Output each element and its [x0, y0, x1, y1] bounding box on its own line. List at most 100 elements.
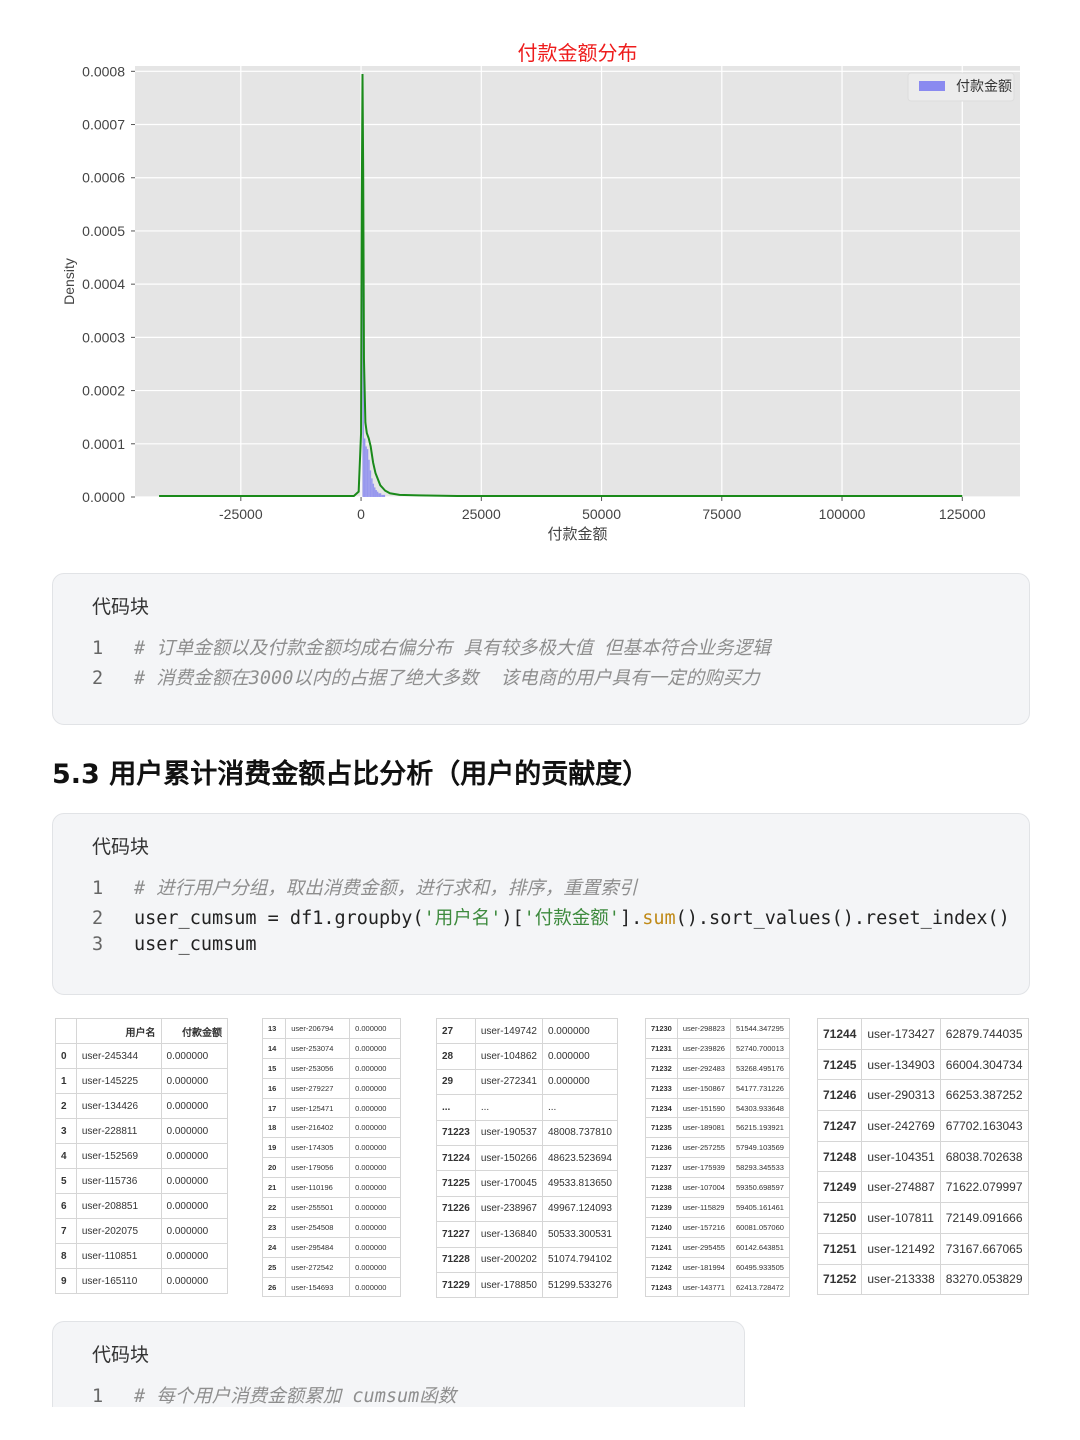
table-row: 1 user-145225 0.000000	[55, 1068, 229, 1094]
code-block-title: 代码块	[92, 1344, 150, 1366]
row-index: 71233	[645, 1077, 678, 1099]
y-tick-label: 0.0000	[82, 489, 125, 505]
row-index: 71236	[645, 1137, 678, 1159]
histogram-bar	[372, 483, 375, 497]
x-axis-label: 付款金额	[547, 525, 607, 543]
row-username: user-254508	[285, 1216, 351, 1238]
row-username: user-152569	[75, 1143, 162, 1169]
row-payment: 0.000000	[160, 1243, 229, 1269]
code-line-1: 1 # 订单金额以及付款金额均成右偏分布 具有较多极大值 但基本符合业务逻辑	[92, 634, 771, 660]
table-row: 71233 user-150867 54177.731226	[645, 1077, 790, 1099]
row-payment: 0.000000	[160, 1168, 229, 1194]
code-block-1: 代码块 1 # 订单金额以及付款金额均成右偏分布 具有较多极大值 但基本符合业务逻…	[52, 573, 1030, 725]
x-tick-label: 125000	[939, 506, 986, 522]
row-index: 9	[55, 1268, 77, 1294]
y-tick-label: 0.0003	[82, 329, 125, 345]
row-payment: 0.000000	[349, 1216, 401, 1238]
code-line-1: 1 # 每个用户消费金额累加 cumsum函数	[92, 1382, 456, 1408]
dataframe-table-2: 13 user-206794 0.000000 14 user-253074 0.0000…	[261, 1018, 401, 1298]
row-username: user-295484	[285, 1236, 351, 1258]
code-comment: # 每个用户消费金额累加 cumsum函数	[134, 1386, 457, 1407]
row-index: 71227	[436, 1221, 476, 1248]
row-index: 4	[55, 1143, 77, 1169]
row-payment: 83270.053829	[939, 1263, 1029, 1296]
code-text: ().sort_values().reset_index()	[675, 908, 1010, 929]
row-username: user-150867	[676, 1077, 731, 1099]
row-index: ...	[436, 1094, 476, 1121]
row-index: 71239	[645, 1197, 678, 1218]
code-string: '用户名'	[423, 908, 502, 929]
code-function: sum	[642, 908, 676, 929]
row-index: 71224	[436, 1144, 476, 1172]
table-row: 71248 user-104351 68038.702638	[816, 1140, 1029, 1173]
table-row: 71235 user-189081 56215.193921	[645, 1117, 790, 1139]
code-line-3: 3 user_cumsum	[92, 934, 257, 955]
row-username: user-181994	[676, 1256, 731, 1278]
row-index: 71230	[645, 1018, 678, 1039]
row-index: 71231	[645, 1037, 678, 1059]
row-payment: 62413.728472	[729, 1276, 790, 1298]
row-index: 23	[261, 1216, 287, 1238]
y-tick-label: 0.0005	[82, 223, 125, 239]
table-row: 0 user-245344 0.000000	[55, 1043, 229, 1069]
row-index: 71245	[816, 1048, 863, 1081]
row-username: user-115829	[676, 1197, 731, 1218]
row-payment: 60495.933505	[729, 1256, 790, 1278]
row-payment: 0.000000	[541, 1043, 618, 1070]
row-index: 24	[261, 1236, 287, 1258]
row-payment: 0.000000	[349, 1117, 401, 1139]
row-payment: 73167.667065	[939, 1232, 1029, 1265]
row-username: user-202075	[75, 1218, 162, 1244]
code-block-title: 代码块	[92, 836, 150, 858]
x-tick-label: 25000	[462, 506, 501, 522]
row-username: user-245344	[75, 1043, 162, 1069]
row-username: user-145225	[75, 1068, 162, 1094]
row-payment: 51074.794102	[541, 1246, 618, 1273]
row-username: user-136840	[474, 1221, 543, 1248]
table-row: 71245 user-134903 66004.304734	[816, 1048, 1029, 1081]
row-payment: 0.000000	[160, 1193, 229, 1219]
row-index: 71238	[645, 1177, 678, 1199]
row-payment: 48623.523694	[541, 1144, 618, 1172]
row-payment: 67702.163043	[939, 1110, 1029, 1142]
row-payment: 0.000000	[349, 1057, 401, 1079]
row-index: 71244	[816, 1018, 863, 1050]
row-index: 13	[261, 1018, 287, 1039]
row-payment: 0.000000	[349, 1157, 401, 1179]
row-payment: 54177.731226	[729, 1077, 790, 1099]
table-row: 71250 user-107811 72149.091666	[816, 1202, 1029, 1234]
table-row: 71228 user-200202 51074.794102	[436, 1246, 618, 1273]
row-index: 28	[436, 1043, 476, 1070]
histogram-bar	[363, 438, 366, 497]
row-username: user-178850	[474, 1271, 543, 1299]
histogram-bar	[371, 478, 373, 497]
row-index: 0	[55, 1043, 77, 1069]
row-payment: 0.000000	[160, 1068, 229, 1094]
row-index: 6	[55, 1193, 77, 1219]
table-row: 71239 user-115829 59405.161461	[645, 1197, 790, 1218]
row-index: 7	[55, 1218, 77, 1244]
row-username: user-154693	[285, 1276, 351, 1298]
row-index: 8	[55, 1243, 77, 1269]
row-username: user-143771	[676, 1276, 731, 1298]
row-payment: 57949.103569	[729, 1137, 790, 1159]
table-row: 71252 user-213338 83270.053829	[816, 1263, 1029, 1296]
x-tick-label: 0	[357, 506, 365, 522]
row-index: 20	[261, 1157, 287, 1179]
chart-title: 付款金额分布	[518, 41, 638, 65]
table-row: 71238 user-107004 59350.698597	[645, 1177, 790, 1199]
x-tick-label: -25000	[219, 506, 263, 522]
row-username: user-165110	[75, 1268, 162, 1294]
row-payment: 0.000000	[349, 1177, 401, 1199]
table-row: 71242 user-181994 60495.933505	[645, 1256, 790, 1278]
dataframe-table-1: 用户名 付款金额 0 user-245344 0.000000 1 user-14522…	[55, 1018, 229, 1294]
line-number: 2	[92, 668, 104, 689]
row-username: user-208851	[75, 1193, 162, 1219]
table-row: 22 user-255501 0.000000	[261, 1197, 401, 1218]
row-payment: 51544.347295	[729, 1018, 790, 1039]
row-index: 71240	[645, 1216, 678, 1238]
row-payment: 68038.702638	[939, 1140, 1029, 1173]
table-row: 4 user-152569 0.000000	[55, 1143, 229, 1169]
row-payment: 0.000000	[160, 1268, 229, 1294]
section-heading: 5.3 用户累计消费金额占比分析（用户的贡献度）	[52, 759, 650, 790]
